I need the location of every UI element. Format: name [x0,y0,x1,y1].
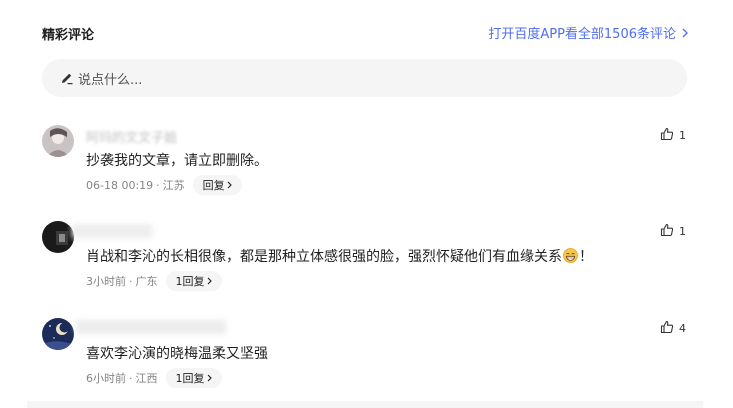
bottom-divider [27,401,703,408]
chevron-right-icon [227,181,232,189]
comments-header: 精彩评论 打开百度APP看全部1506条评论 [42,22,688,44]
chevron-right-icon [682,28,688,38]
comment-input-placeholder: 说点什么... [78,72,143,88]
thumbs-up-icon [660,319,674,338]
reply-button-label: 1回复 [175,275,205,288]
reply-button-label: 回复 [202,179,225,192]
comment-time: 6小时前 [86,372,126,385]
comment-text: 肖战和李沁的长相很像，都是那种立体感很强的脸，强烈怀疑他们有血缘关系 ！ [86,246,593,266]
like-button[interactable]: 4 [660,319,686,338]
open-app-link[interactable]: 打开百度APP看全部1506条评论 [488,23,688,42]
like-count: 1 [679,129,686,142]
thumbs-up-icon [660,222,674,241]
grin-emoji-icon [563,248,578,263]
comment-text-end: ！ [579,249,593,265]
like-count: 1 [679,225,686,238]
like-button[interactable]: 1 [660,126,686,145]
comment-text: 喜欢李沁演的晓梅温柔又坚强 [86,346,268,362]
chevron-right-icon [207,374,212,382]
chevron-right-icon [207,277,212,285]
reply-button[interactable]: 1回复 [165,271,222,291]
comment-input[interactable]: 说点什么... [42,59,687,97]
comment-text: 抄袭我的文章，请立即删除。 [86,153,268,169]
avatar[interactable] [42,318,74,350]
like-button[interactable]: 1 [660,222,686,241]
comment-meta: 6小时前 · 江西 1回复 [86,368,222,388]
comment-location: 广东 [135,275,158,288]
comment-location: 江西 [135,372,158,385]
comment-time: 06-18 00:19 [86,178,154,192]
like-count: 4 [679,322,686,335]
username-redaction [76,320,226,334]
comment-time: 3小时前 [86,275,126,288]
pencil-icon [60,71,74,85]
comment-text-main: 肖战和李沁的长相很像，都是那种立体感很强的脸，强烈怀疑他们有血缘关系 [86,249,562,265]
comment-item: 肖战和李沁的长相很像，都是那种立体感很强的脸，强烈怀疑他们有血缘关系 ！ 3小时… [42,221,692,291]
section-title: 精彩评论 [42,28,95,43]
thumbs-up-icon [660,126,674,145]
username-redaction [72,224,152,238]
avatar[interactable] [42,221,74,253]
comment-item: 喜欢李沁演的晓梅温柔又坚强 6小时前 · 江西 1回复 4 [42,318,692,388]
username[interactable]: 阿玛的文文子姐 [86,127,177,146]
comment-meta: 3小时前 · 广东 1回复 [86,271,222,291]
reply-button[interactable]: 回复 [192,175,242,195]
comment-location: 江苏 [162,179,185,192]
comment-meta: 06-18 00:19 · 江苏 回复 [86,175,242,195]
open-app-link-label: 打开百度APP看全部1506条评论 [488,27,676,42]
reply-button[interactable]: 1回复 [165,368,222,388]
avatar[interactable] [42,125,74,157]
reply-button-label: 1回复 [175,372,205,385]
comment-item: 阿玛的文文子姐 抄袭我的文章，请立即删除。 06-18 00:19 · 江苏 回… [42,125,692,195]
